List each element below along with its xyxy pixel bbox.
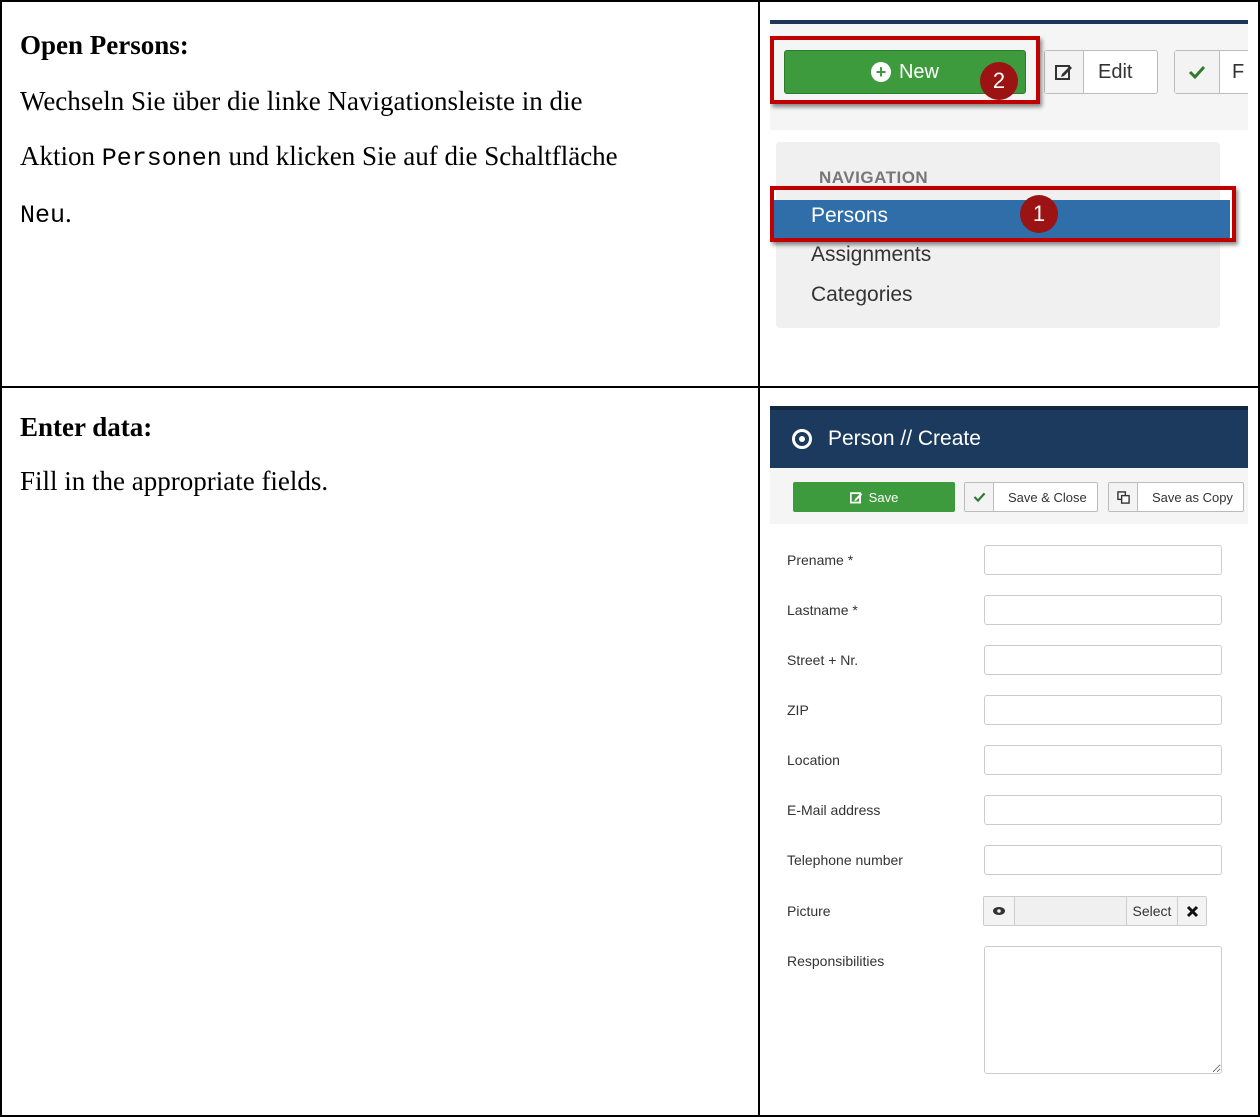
picture-field: Select	[983, 896, 1207, 926]
email-input[interactable]	[984, 795, 1222, 825]
edit-button-label: Edit	[1098, 60, 1133, 83]
code-neu: Neu	[20, 201, 66, 230]
section1-line2: Aktion Personen und klicken Sie auf die …	[20, 129, 740, 186]
nav-item-assignments[interactable]: Assignments	[811, 243, 931, 267]
copy-icon	[1109, 483, 1138, 511]
save-copy-button[interactable]: Save as Copy	[1108, 482, 1244, 512]
picture-path	[1015, 897, 1126, 925]
column-divider	[758, 0, 760, 1117]
target-icon	[792, 429, 812, 449]
save-close-label: Save & Close	[1008, 489, 1087, 505]
save-copy-label: Save as Copy	[1152, 489, 1233, 505]
title-bar: Person // Create	[770, 406, 1248, 468]
screenshot-person-form: Person // Create Save Save & Close Save …	[770, 406, 1248, 1106]
nav-item-categories[interactable]: Categories	[811, 283, 913, 307]
street-input[interactable]	[984, 645, 1222, 675]
field-label: ZIP	[787, 702, 809, 718]
section1-text-b: Aktion	[20, 141, 102, 171]
field-label: E-Mail address	[787, 802, 881, 818]
zip-input[interactable]	[984, 695, 1222, 725]
check-icon	[965, 483, 994, 511]
publish-button[interactable]: F	[1174, 50, 1248, 94]
row-divider	[0, 386, 1260, 388]
select-button[interactable]: Select	[1126, 897, 1177, 925]
edit-icon	[1045, 51, 1084, 93]
eye-icon[interactable]	[984, 897, 1015, 925]
section2-paragraph: Fill in the appropriate fields.	[20, 466, 329, 496]
section1-line1: Wechseln Sie über die linke Navigationsl…	[20, 86, 583, 116]
edit-icon	[849, 491, 862, 503]
publish-button-label: F	[1232, 60, 1245, 83]
edit-button[interactable]: Edit	[1044, 50, 1158, 94]
save-button[interactable]: Save	[793, 482, 955, 512]
section1-line3: Neu.	[20, 186, 740, 243]
field-label: Lastname *	[787, 602, 858, 618]
responsibilities-label: Responsibilities	[787, 953, 885, 969]
picture-label: Picture	[787, 903, 831, 919]
form-title: Person // Create	[828, 427, 981, 450]
section1-text-d: .	[65, 198, 72, 228]
form-toolbar: Save Save & Close Save as Copy	[770, 468, 1248, 524]
step-badge-1: 1	[1020, 195, 1058, 233]
code-personen: Personen	[101, 144, 222, 173]
save-close-button[interactable]: Save & Close	[964, 482, 1098, 512]
section2-heading: Enter data:	[20, 412, 153, 442]
section1-text-c: und klicken Sie auf die Schaltfläche	[221, 141, 618, 171]
telephone-input[interactable]	[984, 845, 1222, 875]
clear-icon[interactable]	[1177, 897, 1206, 925]
location-input[interactable]	[984, 745, 1222, 775]
field-label: Telephone number	[787, 852, 903, 868]
responsibilities-textarea[interactable]	[984, 946, 1222, 1074]
navigation-header: NAVIGATION	[819, 168, 929, 187]
prename-input[interactable]	[984, 545, 1222, 575]
highlight-persons	[770, 186, 1236, 242]
step-badge-2: 2	[980, 62, 1018, 100]
field-label: Street + Nr.	[787, 652, 859, 668]
screenshot-navigation: + New Edit F 2 NAVIGATION Persons Assign…	[770, 20, 1248, 370]
check-icon	[1175, 51, 1220, 93]
lastname-input[interactable]	[984, 595, 1222, 625]
field-label: Prename *	[787, 552, 854, 568]
section1-heading: Open Persons:	[20, 30, 189, 60]
section1-paragraph: Wechseln Sie über die linke Navigationsl…	[20, 74, 740, 243]
field-label: Location	[787, 752, 840, 768]
save-button-label: Save	[868, 489, 899, 505]
